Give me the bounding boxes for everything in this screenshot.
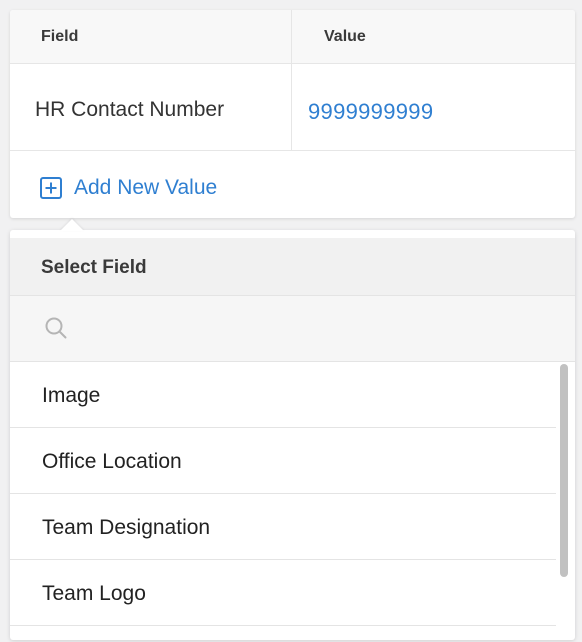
column-header-field: Field	[41, 28, 79, 45]
option-label: Office Location	[42, 450, 182, 473]
option-label: Team Logo	[42, 582, 146, 605]
option-label: Team Designation	[42, 516, 211, 539]
dropdown-title: Select Field	[41, 257, 147, 278]
dropdown-caret	[60, 219, 84, 231]
column-header-value: Value	[324, 28, 366, 45]
scrollbar-thumb[interactable]	[560, 364, 568, 577]
dropdown-scrollbar[interactable]	[558, 364, 570, 640]
table-header: Field Value	[10, 10, 575, 64]
add-new-value-button[interactable]: Add New Value	[40, 170, 217, 206]
table-row[interactable]: HR Contact Number 9999999999	[10, 64, 575, 151]
dropdown-header: Select Field	[10, 238, 575, 296]
option-office-location[interactable]: Office Location	[10, 428, 556, 494]
plus-square-icon	[40, 177, 62, 199]
option-image[interactable]: Image	[10, 362, 556, 428]
option-team-designation[interactable]: Team Designation	[10, 494, 556, 560]
search-icon	[44, 316, 68, 340]
option-team-logo[interactable]: Team Logo	[10, 560, 556, 626]
search-input[interactable]	[80, 308, 544, 350]
field-value-table: Field Value HR Contact Number 9999999999…	[10, 10, 575, 218]
dropdown-search-bar	[10, 296, 575, 362]
row-field-name: HR Contact Number	[35, 98, 225, 121]
field-options-list: Image Office Location Team Designation T…	[10, 362, 556, 642]
add-new-value-label: Add New Value	[74, 176, 218, 199]
option-label: Image	[42, 384, 101, 407]
select-field-dropdown: Select Field Image Office Location Team …	[10, 219, 575, 642]
row-field-value[interactable]: 9999999999	[308, 64, 433, 150]
